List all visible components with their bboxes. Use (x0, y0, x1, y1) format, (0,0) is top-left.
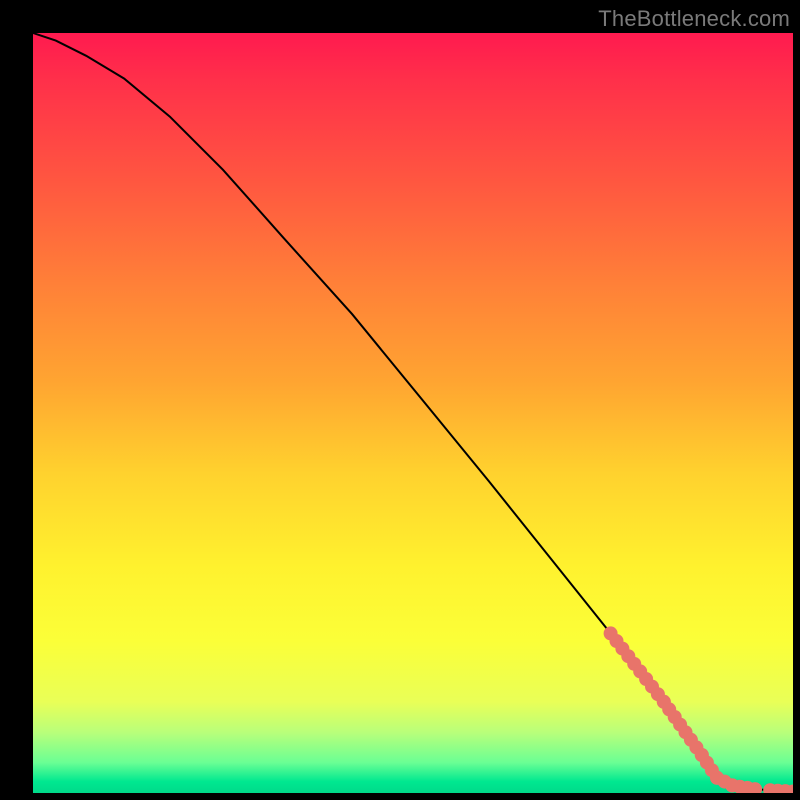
curve-marker (740, 781, 754, 793)
chart-plot-area (33, 33, 793, 793)
chart-frame: TheBottleneck.com (0, 0, 800, 800)
curve-marker (778, 784, 792, 793)
chart-svg (33, 33, 793, 793)
curve-marker (673, 718, 687, 732)
curve-marker (705, 763, 719, 777)
curve-marker (710, 771, 724, 785)
curve-marker (710, 771, 724, 785)
curve-marker (786, 785, 793, 794)
curve-marker (689, 740, 703, 754)
curve-marker (695, 748, 709, 762)
curve-marker (725, 778, 739, 792)
curve-marker (627, 657, 641, 671)
curve-marker (662, 702, 676, 716)
curve-marker (748, 782, 762, 793)
curve-marker (733, 780, 747, 793)
curve-marker (771, 784, 785, 793)
curve-marker (633, 664, 647, 678)
curve-line (33, 33, 793, 792)
curve-marker (763, 783, 777, 793)
curve-marker (684, 733, 698, 747)
watermark-text: TheBottleneck.com (598, 6, 790, 32)
curve-marker (604, 626, 618, 640)
curve-marker (621, 649, 635, 663)
curve-marker (615, 642, 629, 656)
marker-layer (604, 626, 793, 793)
curve-marker (725, 778, 739, 792)
curve-marker (651, 687, 665, 701)
chart-curve (33, 33, 793, 792)
curve-marker (668, 710, 682, 724)
curve-marker (679, 725, 693, 739)
curve-marker (695, 748, 709, 762)
curve-marker (639, 672, 653, 686)
curve-marker (700, 756, 714, 770)
curve-marker (657, 695, 671, 709)
curve-marker (645, 680, 659, 694)
curve-marker (657, 695, 671, 709)
curve-marker (610, 634, 624, 648)
curve-marker (748, 782, 762, 793)
curve-marker (718, 775, 732, 789)
